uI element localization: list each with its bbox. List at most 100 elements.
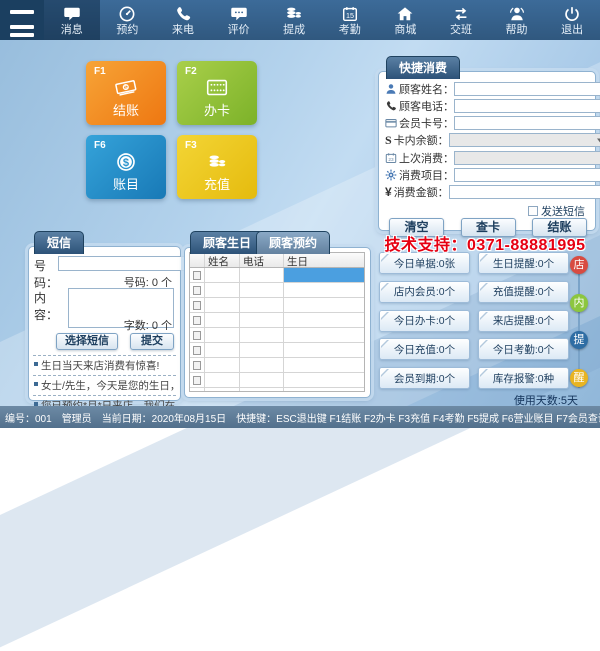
reminder-button[interactable]: 今日单据:0张 bbox=[379, 252, 470, 274]
row-checkbox-cell bbox=[190, 328, 205, 342]
toolbar-item-coins[interactable]: 提成 bbox=[266, 0, 322, 40]
birthday-table: 姓名电话生日 bbox=[189, 252, 365, 392]
status-bar: 编号：001 管理员 当前日期：2020年08月15日 快捷键：ESC退出键 F… bbox=[0, 406, 600, 428]
tile-f1[interactable]: F1$结账 bbox=[86, 61, 166, 125]
quick-field-row: 消费项目：¢ bbox=[385, 168, 587, 183]
table-row[interactable] bbox=[190, 343, 364, 358]
sms-phrase-item[interactable]: 生日当天来店消费有惊喜! bbox=[33, 355, 176, 375]
birthday-cell bbox=[284, 388, 364, 392]
birthday-cell[interactable] bbox=[284, 268, 364, 282]
tile-f2[interactable]: F2办卡 bbox=[177, 61, 257, 125]
ribbon-badge[interactable]: 店 bbox=[570, 256, 588, 274]
row-checkbox-cell bbox=[190, 358, 205, 372]
row-checkbox[interactable] bbox=[193, 361, 201, 370]
toolbar-item-support-person[interactable]: 帮助 bbox=[489, 0, 545, 40]
reminder-button[interactable]: 库存报警:0种 bbox=[478, 367, 569, 389]
table-row[interactable] bbox=[190, 388, 364, 392]
reminder-button[interactable]: 店内会员:0个 bbox=[379, 281, 470, 303]
row-checkbox-cell bbox=[190, 388, 205, 392]
table-row[interactable] bbox=[190, 298, 364, 313]
toolbar-item-home[interactable]: 商城 bbox=[378, 0, 434, 40]
toolbar-item-power[interactable]: 退出 bbox=[544, 0, 600, 40]
tab-customer-appointment[interactable]: 顾客预约 bbox=[256, 231, 330, 254]
column-header[interactable]: 生日 bbox=[284, 253, 364, 267]
sms-submit-button[interactable]: 提交 bbox=[130, 333, 174, 350]
coin-stacks-icon bbox=[177, 149, 257, 175]
status-date: 当前日期：2020年08月15日 bbox=[102, 410, 227, 425]
reminder-button[interactable]: 来店提醒:0个 bbox=[478, 310, 569, 332]
quick-field-input[interactable] bbox=[450, 186, 600, 198]
quick-field-input[interactable] bbox=[455, 169, 600, 181]
table-row[interactable] bbox=[190, 373, 364, 388]
row-checkbox[interactable] bbox=[193, 376, 201, 385]
reminder-button[interactable]: 会员到期:0个 bbox=[379, 367, 470, 389]
toolbar-item-shift-arrows[interactable]: 交班 bbox=[433, 0, 489, 40]
quick-field-label: 上次消费： bbox=[399, 150, 454, 166]
quick-field-input[interactable] bbox=[455, 83, 600, 95]
table-row[interactable] bbox=[190, 328, 364, 343]
quick-field-input bbox=[450, 134, 600, 146]
gear-icon bbox=[385, 169, 397, 181]
name-cell bbox=[205, 298, 240, 312]
quick-field-input[interactable] bbox=[455, 117, 600, 129]
name-cell bbox=[205, 328, 240, 342]
birthday-cell bbox=[284, 328, 364, 342]
yen-icon: ¥ bbox=[385, 186, 392, 198]
tab-sms[interactable]: 短信 bbox=[34, 231, 84, 254]
send-sms-checkbox[interactable] bbox=[528, 206, 538, 216]
tile-f3[interactable]: F3充值 bbox=[177, 135, 257, 199]
table-row[interactable] bbox=[190, 283, 364, 298]
choose-sms-button[interactable]: 选择短信 bbox=[56, 333, 118, 350]
row-checkbox[interactable] bbox=[193, 286, 201, 295]
ribbon-badge[interactable]: 醒 bbox=[570, 369, 588, 387]
column-header[interactable]: 姓名 bbox=[205, 253, 240, 267]
tab-customer-birthday[interactable]: 顾客生日 bbox=[190, 231, 264, 254]
menu-button[interactable] bbox=[0, 0, 44, 40]
sms-number-label: 号码： bbox=[34, 256, 58, 291]
ribbon-badge[interactable]: 内 bbox=[570, 294, 588, 312]
row-checkbox-cell bbox=[190, 268, 205, 282]
row-checkbox[interactable] bbox=[193, 346, 201, 355]
reminder-button[interactable]: 今日办卡:0个 bbox=[379, 310, 470, 332]
row-checkbox[interactable] bbox=[193, 391, 201, 393]
row-checkbox[interactable] bbox=[193, 316, 201, 325]
phone-dark-icon bbox=[385, 100, 397, 112]
toolbar-item-label: 退出 bbox=[561, 24, 583, 36]
status-operator-no: 编号：001 bbox=[5, 410, 52, 425]
ribbon-badge[interactable]: 提 bbox=[570, 331, 588, 349]
row-checkbox[interactable] bbox=[193, 331, 201, 340]
toolbar-item-comment-dots[interactable]: 评价 bbox=[211, 0, 267, 40]
svg-text:15: 15 bbox=[346, 10, 354, 19]
reminder-button[interactable]: 充值提醒:0个 bbox=[478, 281, 569, 303]
row-checkbox[interactable] bbox=[193, 271, 201, 280]
row-checkbox[interactable] bbox=[193, 301, 201, 310]
row-checkbox-cell bbox=[190, 343, 205, 357]
quick-field-inputbox bbox=[454, 151, 600, 165]
home-icon bbox=[396, 5, 414, 23]
column-header[interactable]: 电话 bbox=[240, 253, 284, 267]
toolbar-item-clock[interactable]: 预约 bbox=[100, 0, 156, 40]
reminder-button[interactable]: 今日充值:0个 bbox=[379, 338, 470, 360]
quick-field-input[interactable] bbox=[455, 100, 600, 112]
tile-f6[interactable]: F6$账目 bbox=[86, 135, 166, 199]
toolbar-item-label: 商城 bbox=[394, 24, 416, 36]
sms-phrase-item[interactable]: 女士/先生，今天是您的生日，祝您… bbox=[33, 375, 176, 395]
quick-field-row: S卡内余额： bbox=[385, 133, 587, 148]
comment-dots-icon bbox=[230, 5, 248, 23]
send-sms-checkbox-row[interactable]: 发送短信 bbox=[528, 203, 585, 219]
toolbar-item-phone[interactable]: 来电 bbox=[155, 0, 211, 40]
quick-field-row: 23上次消费： bbox=[385, 150, 587, 165]
phone-icon bbox=[174, 5, 192, 23]
table-row[interactable] bbox=[190, 358, 364, 373]
table-row[interactable] bbox=[190, 268, 364, 283]
tab-quick-consume[interactable]: 快捷消费 bbox=[386, 56, 460, 79]
reminder-button[interactable]: 今日考勤:0个 bbox=[478, 338, 569, 360]
toolbar-item-calendar-15[interactable]: 15考勤 bbox=[322, 0, 378, 40]
calendar-sm-icon: 23 bbox=[385, 152, 397, 164]
toolbar-item-message[interactable]: 消息 bbox=[44, 0, 100, 40]
toolbar-item-label: 提成 bbox=[283, 24, 305, 36]
quick-field-label: 卡内余额： bbox=[394, 132, 449, 148]
reminder-button[interactable]: 生日提醒:0个 bbox=[478, 252, 569, 274]
birthday-cell bbox=[284, 313, 364, 327]
table-row[interactable] bbox=[190, 313, 364, 328]
